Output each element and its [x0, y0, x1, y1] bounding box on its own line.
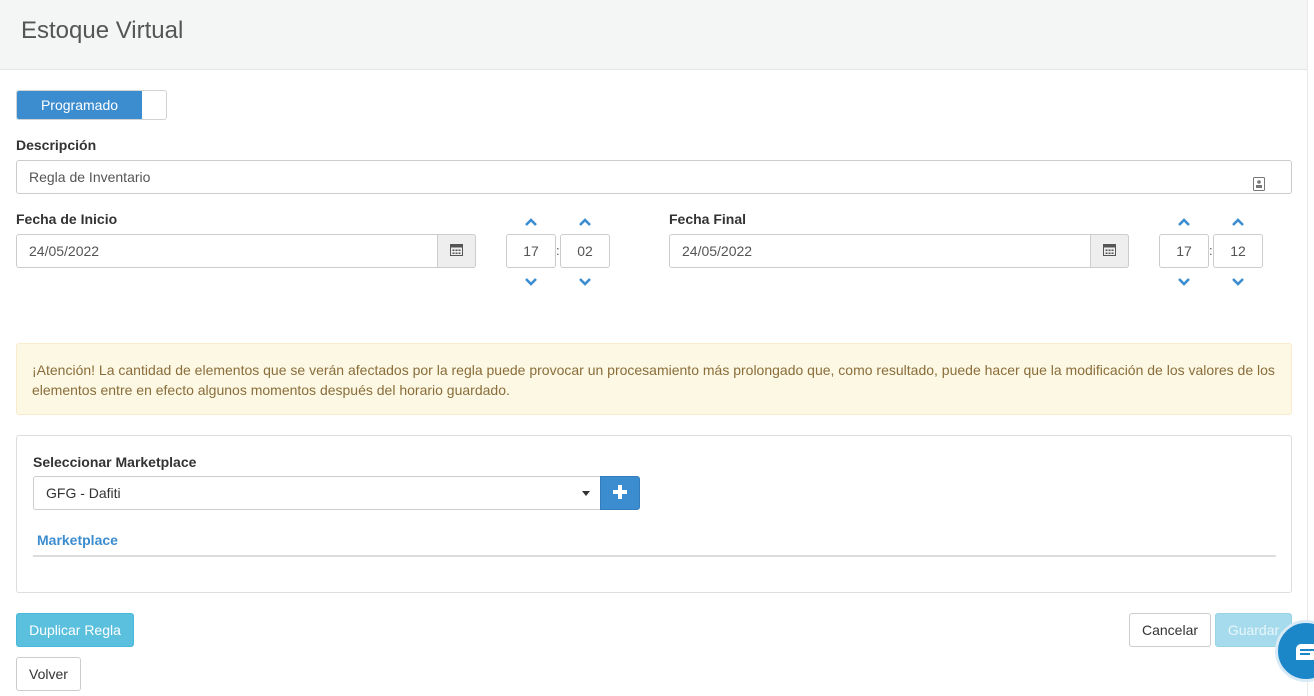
chat-icon	[1296, 644, 1314, 660]
end-minute-input[interactable]: 12	[1213, 234, 1263, 268]
add-marketplace-button[interactable]	[600, 476, 640, 510]
calendar-icon	[1103, 235, 1116, 267]
description-value: Regla de Inventario	[29, 169, 151, 185]
marketplace-table-header: Marketplace	[33, 530, 1276, 557]
description-label: Descripción	[16, 137, 97, 153]
back-button[interactable]: Volver	[16, 657, 81, 691]
plus-icon	[613, 484, 627, 502]
programado-toggle[interactable]: Programado	[16, 90, 167, 120]
duplicate-rule-button[interactable]: Duplicar Regla	[16, 613, 134, 647]
marketplace-label: Seleccionar Marketplace	[33, 454, 197, 470]
end-calendar-button[interactable]	[1090, 234, 1129, 268]
end-minute-up-icon[interactable]	[1229, 215, 1247, 229]
start-minute-up-icon[interactable]	[576, 215, 594, 229]
calendar-icon	[450, 235, 463, 267]
start-calendar-button[interactable]	[437, 234, 476, 268]
programado-toggle-label: Programado	[17, 91, 142, 119]
end-hour-down-icon[interactable]	[1175, 274, 1193, 288]
warning-alert: ¡Atención! La cantidad de elementos que …	[16, 343, 1292, 415]
page-header: Estoque Virtual	[0, 0, 1307, 70]
description-input[interactable]: Regla de Inventario	[16, 160, 1292, 194]
end-hour-input[interactable]: 17	[1159, 234, 1209, 268]
caret-down-icon	[582, 491, 590, 496]
start-date-input[interactable]: 24/05/2022	[16, 234, 476, 268]
start-hour-down-icon[interactable]	[522, 274, 540, 288]
start-minute-input[interactable]: 02	[560, 234, 610, 268]
end-date-value: 24/05/2022	[682, 243, 753, 259]
start-hour-input[interactable]: 17	[506, 234, 556, 268]
start-hour-up-icon[interactable]	[522, 215, 540, 229]
end-hour-up-icon[interactable]	[1175, 215, 1193, 229]
end-date-label: Fecha Final	[669, 211, 747, 227]
end-date-input[interactable]: 24/05/2022	[669, 234, 1129, 268]
start-date-value: 24/05/2022	[29, 243, 100, 259]
marketplace-column-header[interactable]: Marketplace	[37, 532, 118, 548]
warning-alert-text: ¡Atención! La cantidad de elementos que …	[32, 362, 1275, 398]
page-title: Estoque Virtual	[21, 17, 184, 44]
end-minute-down-icon[interactable]	[1229, 274, 1247, 288]
page-edge	[1307, 0, 1314, 696]
marketplace-select[interactable]: GFG - Dafiti	[33, 476, 601, 510]
start-minute-down-icon[interactable]	[576, 274, 594, 288]
marketplace-panel: Seleccionar Marketplace GFG - Dafiti Mar…	[16, 435, 1292, 593]
start-date-label: Fecha de Inicio	[16, 211, 118, 227]
contact-card-icon	[1253, 170, 1265, 191]
marketplace-selected-value: GFG - Dafiti	[46, 485, 121, 501]
cancel-button[interactable]: Cancelar	[1129, 613, 1211, 647]
